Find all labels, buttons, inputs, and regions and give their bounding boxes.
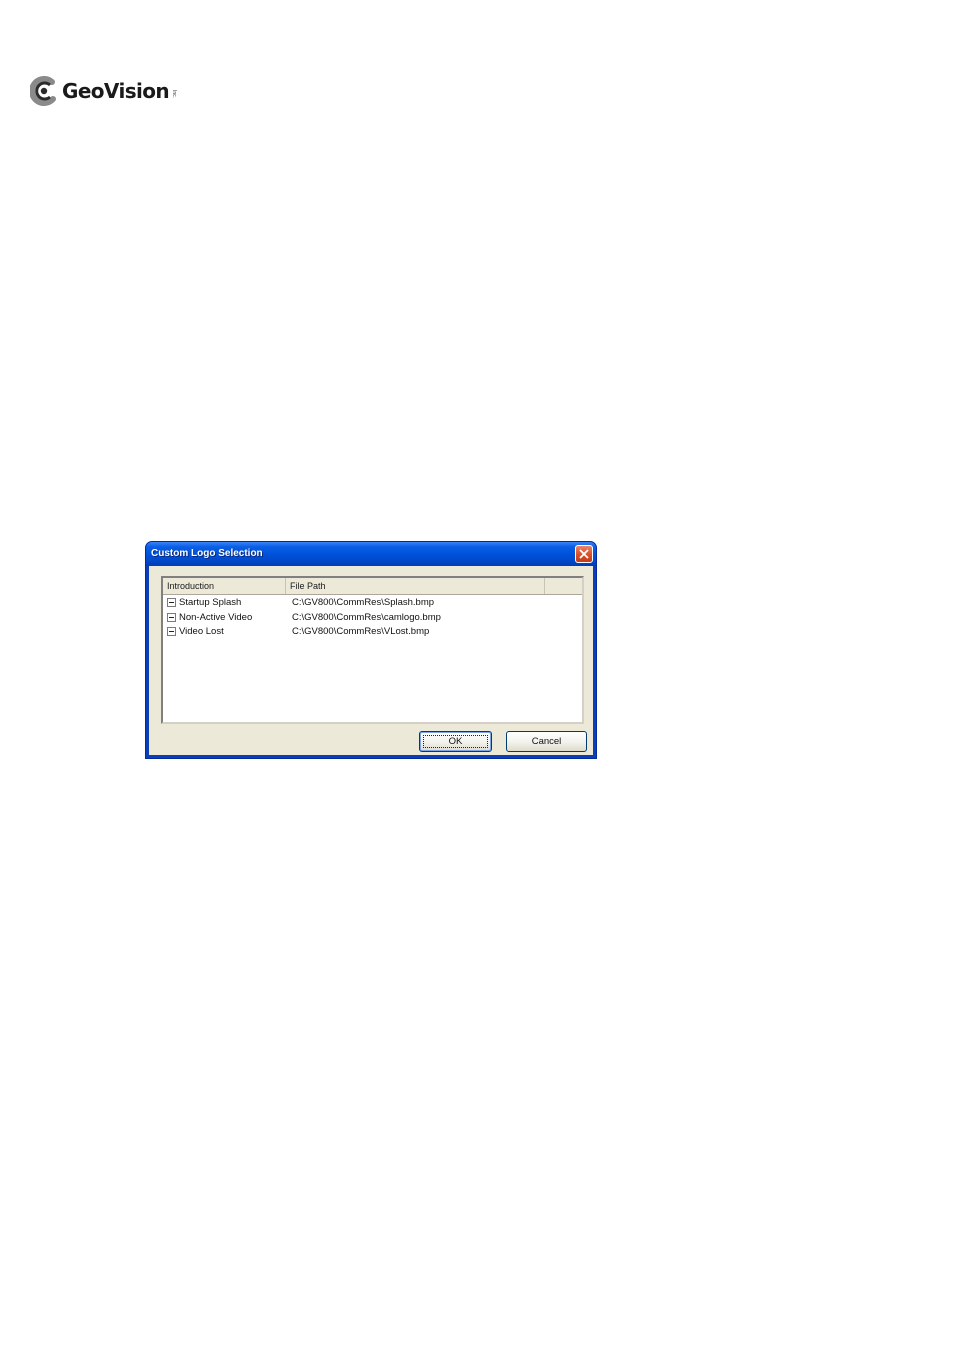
list-item[interactable]: Video Lost C:\GV800\CommRes\VLost.bmp <box>163 625 582 640</box>
list-header: Introduction File Path <box>163 578 582 595</box>
item-introduction: Video Lost <box>179 626 224 637</box>
item-file-path: C:\GV800\CommRes\VLost.bmp <box>292 626 430 637</box>
document-page: GeoVision Inc. Custom Logo Selection Int… <box>0 0 954 1350</box>
geovision-swirl-icon <box>30 76 56 106</box>
custom-logo-selection-dialog: Custom Logo Selection Introduction File … <box>145 541 597 759</box>
close-icon <box>579 549 589 559</box>
item-file-path: C:\GV800\CommRes\Splash.bmp <box>292 597 435 608</box>
column-header-file-path[interactable]: File Path <box>286 578 545 594</box>
focus-rect <box>423 735 488 748</box>
list-item[interactable]: Non-Active Video C:\GV800\CommRes\camlog… <box>163 611 582 626</box>
collapse-icon[interactable] <box>167 612 176 622</box>
column-header-introduction[interactable]: Introduction <box>163 578 286 594</box>
logo-suffix: Inc. <box>171 89 178 99</box>
close-button[interactable] <box>575 545 593 563</box>
geovision-logo: GeoVision Inc. <box>30 74 177 108</box>
dialog-client-area: Introduction File Path Startup Splash C:… <box>149 566 593 755</box>
collapse-icon[interactable] <box>167 627 176 636</box>
list-item[interactable]: Startup Splash C:\GV800\CommRes\Splash.b… <box>163 596 582 611</box>
dialog-title: Custom Logo Selection <box>151 548 263 559</box>
item-file-path: C:\GV800\CommRes\camlogo.bmp <box>292 611 441 623</box>
dialog-titlebar[interactable]: Custom Logo Selection <box>146 542 596 566</box>
logo-text: GeoVision <box>62 79 170 103</box>
item-introduction: Non-Active Video <box>179 611 253 623</box>
cancel-button[interactable]: Cancel <box>506 731 587 752</box>
ok-button[interactable]: OK <box>419 731 492 752</box>
list-rows: Startup Splash C:\GV800\CommRes\Splash.b… <box>163 596 582 640</box>
collapse-icon[interactable] <box>167 598 176 607</box>
cancel-button-label: Cancel <box>531 736 562 747</box>
logo-list-view[interactable]: Introduction File Path Startup Splash C:… <box>161 576 584 724</box>
column-header-empty <box>545 578 582 594</box>
item-introduction: Startup Splash <box>179 597 242 608</box>
